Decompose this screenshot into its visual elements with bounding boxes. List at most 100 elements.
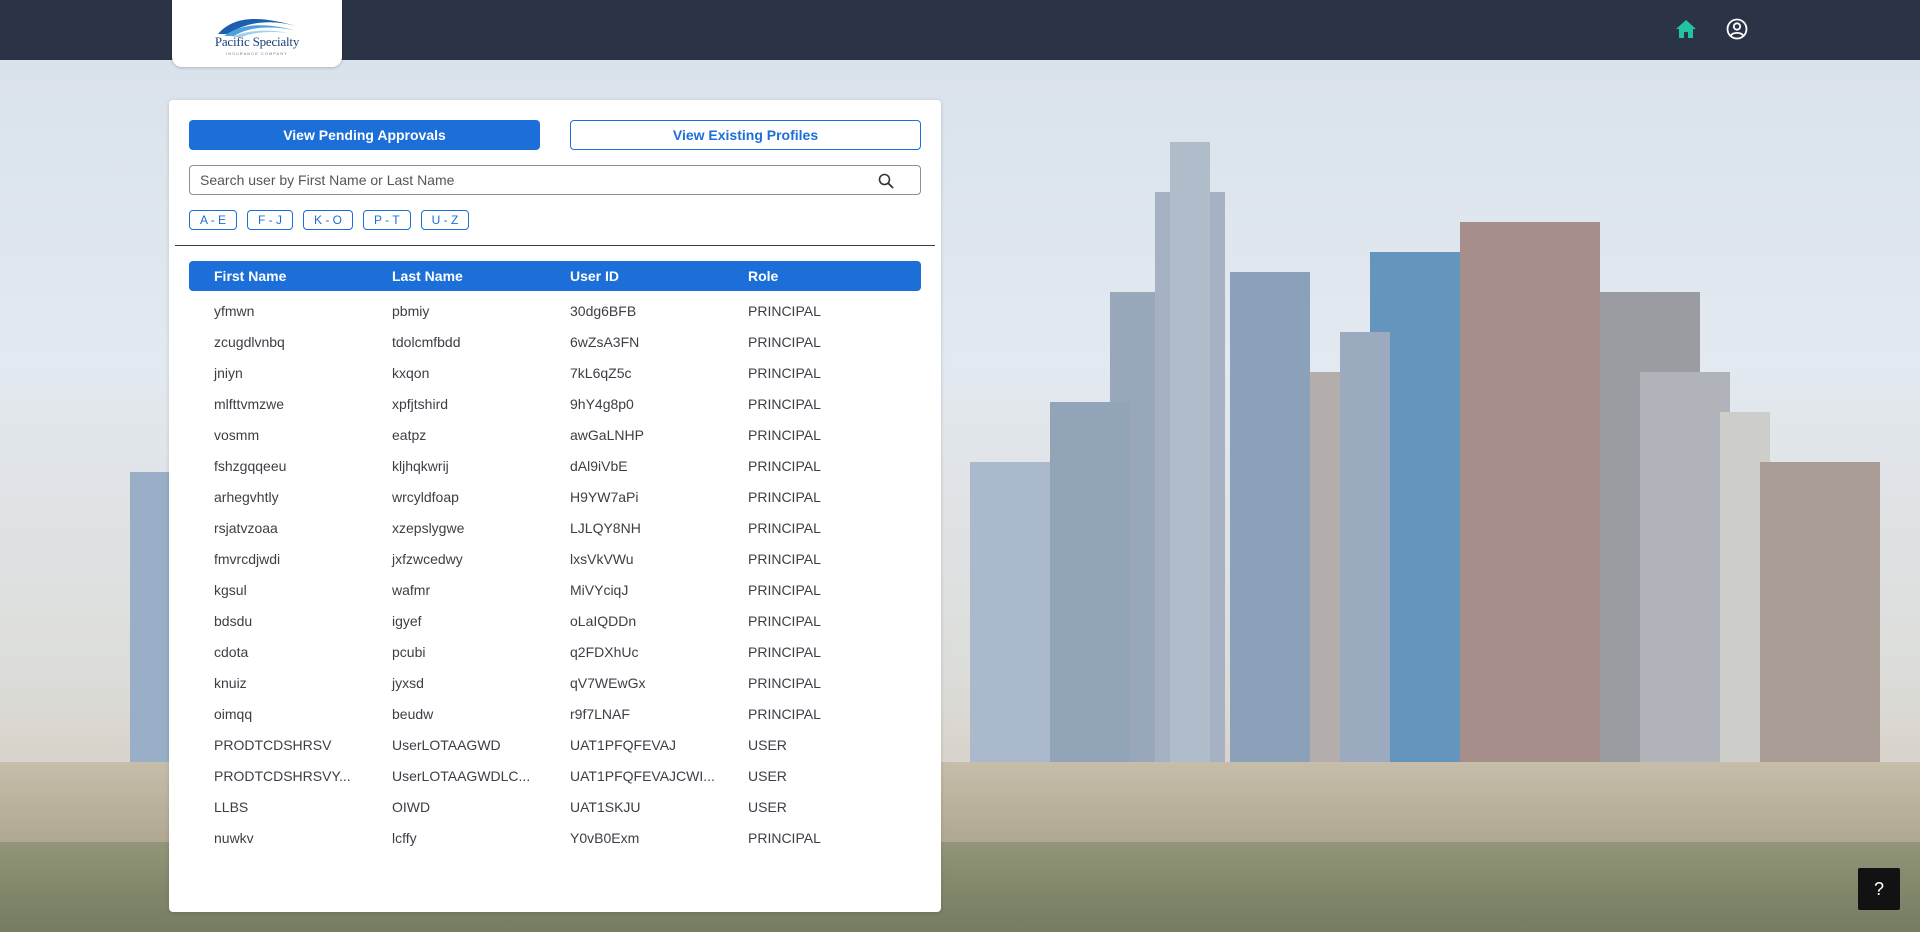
cell-first-name: yfmwn — [214, 302, 255, 319]
cell-first-name: LLBS — [214, 798, 249, 815]
cell-first-name: nuwkv — [214, 829, 254, 846]
table-row[interactable]: PRODTCDSHRSVY... UserLOTAAGWDLC... UAT1PFQ… — [189, 760, 921, 791]
cell-user-id: 6wZsA3FN — [570, 333, 640, 350]
cell-role: PRINCIPAL — [748, 612, 821, 629]
cell-role: PRINCIPAL — [748, 333, 821, 350]
table-row[interactable]: bdsdu igyef oLaIQDDn PRINCIPAL — [189, 605, 921, 636]
cell-last-name: wrcyldfoap — [392, 488, 459, 505]
alphabet-filter-group: A - E F - J K - O P - T U - Z — [189, 210, 470, 230]
cell-role: USER — [748, 798, 787, 815]
table-row[interactable]: nuwkv lcffy Y0vB0Exm PRINCIPAL — [189, 822, 921, 853]
top-navigation-bar: Pacific Specialty INSURANCE COMPANY — [0, 0, 1920, 67]
table-row[interactable]: oimqq beudw r9f7LNAF PRINCIPAL — [189, 698, 921, 729]
logo-text: Pacific Specialty — [214, 33, 300, 49]
cell-user-id: lxsVkVWu — [570, 550, 634, 567]
column-header-user-id[interactable]: User ID — [545, 268, 723, 284]
column-header-role[interactable]: Role — [723, 268, 921, 284]
cell-user-id: qV7WEwGx — [570, 674, 646, 691]
cell-last-name: lcffy — [392, 829, 417, 846]
search-icon[interactable] — [878, 173, 894, 189]
cell-first-name: knuiz — [214, 674, 247, 691]
table-row[interactable]: fshzgqqeeu kljhqkwrij dAl9iVbE PRINCIPAL — [189, 450, 921, 481]
users-table: First Name Last Name User ID Role yfmwn p… — [189, 261, 921, 853]
cell-role: USER — [748, 736, 787, 753]
table-row[interactable]: cdota pcubi q2FDXhUc PRINCIPAL — [189, 636, 921, 667]
cell-user-id: UAT1SKJU — [570, 798, 641, 815]
cell-first-name: arhegvhtly — [214, 488, 279, 505]
cell-first-name: bdsdu — [214, 612, 253, 629]
filter-a-e[interactable]: A - E — [189, 210, 238, 230]
view-pending-approvals-button[interactable]: View Pending Approvals — [189, 120, 540, 150]
user-search-input[interactable] — [190, 166, 920, 194]
cell-last-name: jxfzwcedwy — [392, 550, 463, 567]
company-logo[interactable]: Pacific Specialty INSURANCE COMPANY — [172, 0, 342, 67]
table-row[interactable]: yfmwn pbmiy 30dg6BFB PRINCIPAL — [189, 295, 921, 326]
cell-user-id: 7kL6qZ5c — [570, 364, 632, 381]
cell-role: PRINCIPAL — [748, 488, 821, 505]
table-row[interactable]: fmvrcdjwdi jxfzwcedwy lxsVkVWu PRINCIPAL — [189, 543, 921, 574]
cell-last-name: kxqon — [392, 364, 430, 381]
table-row[interactable]: arhegvhtly wrcyldfoap H9YW7aPi PRINCIPAL — [189, 481, 921, 512]
table-row[interactable]: kgsul wafmr MiVYciqJ PRINCIPAL — [189, 574, 921, 605]
cell-role: PRINCIPAL — [748, 829, 821, 846]
cell-role: PRINCIPAL — [748, 426, 821, 443]
cell-first-name: mlfttvmzwe — [214, 395, 284, 412]
cell-last-name: eatpz — [392, 426, 427, 443]
cell-last-name: xpfjtshird — [392, 395, 449, 412]
cell-first-name: vosmm — [214, 426, 260, 443]
cell-last-name: UserLOTAAGWDLC... — [392, 767, 531, 784]
cell-last-name: OIWD — [392, 798, 431, 815]
filter-p-t[interactable]: P - T — [363, 210, 411, 230]
cell-last-name: igyef — [392, 612, 422, 629]
cell-last-name: xzepslygwe — [392, 519, 465, 536]
cell-user-id: Y0vB0Exm — [570, 829, 640, 846]
table-row[interactable]: mlfttvmzwe xpfjtshird 9hY4g8p0 PRINCIPAL — [189, 388, 921, 419]
column-header-last-name[interactable]: Last Name — [367, 268, 545, 284]
filter-k-o[interactable]: K - O — [303, 210, 354, 230]
cell-role: PRINCIPAL — [748, 550, 821, 567]
table-row[interactable]: LLBS OIWD UAT1SKJU USER — [189, 791, 921, 822]
table-row[interactable]: PRODTCDSHRSV UserLOTAAGWD UAT1PFQFEVAJ USER — [189, 729, 921, 760]
table-row[interactable]: zcugdlvnbq tdolcmfbdd 6wZsA3FN PRINCIPAL — [189, 326, 921, 357]
cell-first-name: fshzgqqeeu — [214, 457, 287, 474]
cell-first-name: cdota — [214, 643, 249, 660]
cell-first-name: PRODTCDSHRSV — [214, 736, 332, 753]
home-icon[interactable] — [1674, 17, 1698, 41]
user-search-box — [189, 165, 921, 195]
cell-first-name: PRODTCDSHRSVY... — [214, 767, 351, 784]
column-header-first-name[interactable]: First Name — [189, 268, 367, 284]
table-row[interactable]: rsjatvzoaa xzepslygwe LJLQY8NH PRINCIPAL — [189, 512, 921, 543]
cell-user-id: dAl9iVbE — [570, 457, 628, 474]
table-row[interactable]: vosmm eatpz awGaLNHP PRINCIPAL — [189, 419, 921, 450]
cell-first-name: zcugdlvnbq — [214, 333, 285, 350]
cell-user-id: H9YW7aPi — [570, 488, 639, 505]
cell-first-name: jniyn — [214, 364, 243, 381]
table-row[interactable]: jniyn kxqon 7kL6qZ5c PRINCIPAL — [189, 357, 921, 388]
filter-u-z[interactable]: U - Z — [420, 210, 470, 230]
cell-last-name: pbmiy — [392, 302, 430, 319]
cell-last-name: kljhqkwrij — [392, 457, 449, 474]
logo-subtext: INSURANCE COMPANY — [226, 50, 288, 56]
cell-last-name: beudw — [392, 705, 434, 722]
filter-f-j[interactable]: F - J — [247, 210, 294, 230]
cell-user-id: MiVYciqJ — [570, 581, 629, 598]
cell-role: PRINCIPAL — [748, 395, 821, 412]
cell-first-name: oimqq — [214, 705, 253, 722]
user-management-panel: View Pending Approvals View Existing Pro… — [169, 100, 941, 912]
table-body: yfmwn pbmiy 30dg6BFB PRINCIPAL zcugdlvnbq tdo… — [189, 291, 921, 853]
cell-user-id: r9f7LNAF — [570, 705, 630, 722]
view-existing-profiles-button[interactable]: View Existing Profiles — [570, 120, 921, 150]
account-circle-icon[interactable] — [1725, 17, 1749, 41]
cell-last-name: wafmr — [392, 581, 431, 598]
help-button[interactable]: ? — [1858, 868, 1900, 910]
cell-role: PRINCIPAL — [748, 581, 821, 598]
cell-first-name: rsjatvzoaa — [214, 519, 278, 536]
cell-first-name: kgsul — [214, 581, 247, 598]
cell-role: PRINCIPAL — [748, 302, 821, 319]
cell-last-name: pcubi — [392, 643, 426, 660]
cell-user-id: awGaLNHP — [570, 426, 644, 443]
table-row[interactable]: knuiz jyxsd qV7WEwGx PRINCIPAL — [189, 667, 921, 698]
cell-user-id: 9hY4g8p0 — [570, 395, 634, 412]
cell-role: PRINCIPAL — [748, 705, 821, 722]
cell-first-name: fmvrcdjwdi — [214, 550, 281, 567]
